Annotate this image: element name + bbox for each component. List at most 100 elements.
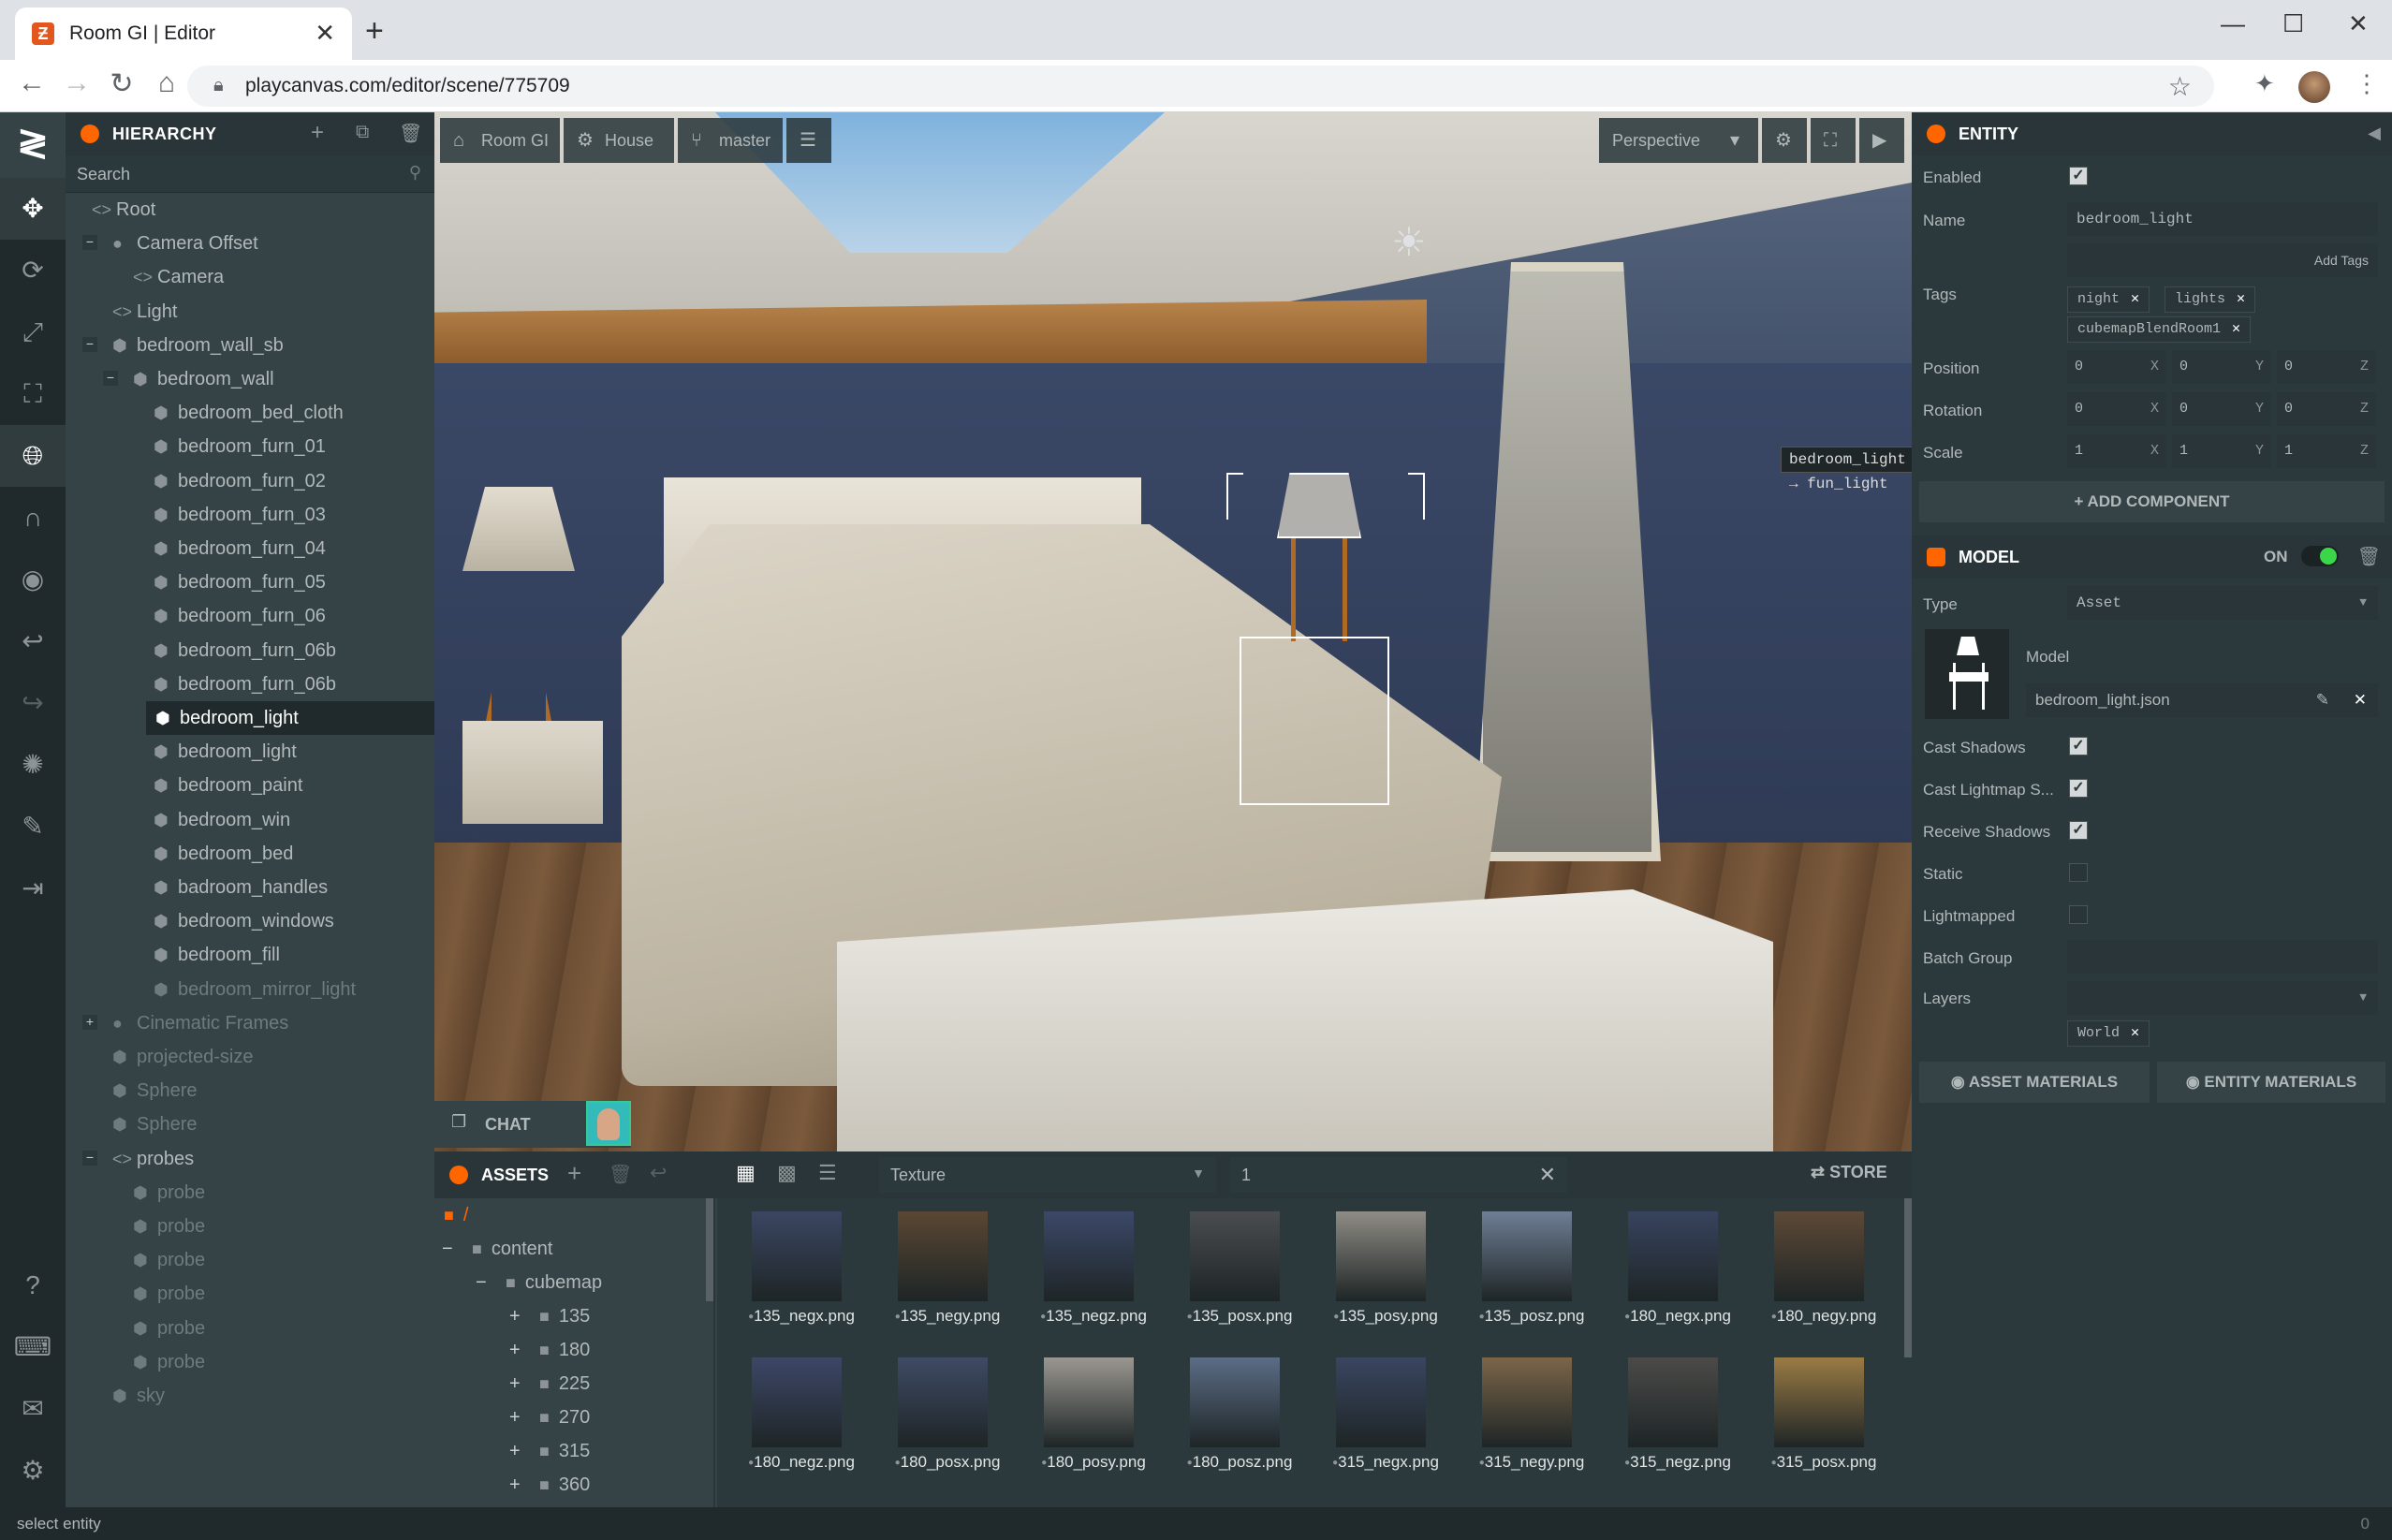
fullscreen-button[interactable]: ⛶	[1811, 118, 1856, 163]
branch-button[interactable]: ⑂ master	[678, 118, 783, 163]
undo-icon[interactable]: ↩	[0, 610, 66, 672]
tree-item[interactable]: ⬢ sky	[66, 1379, 434, 1413]
add-entity-icon[interactable]: +	[311, 120, 324, 146]
tree-item[interactable]: ⬢ bedroom_light	[66, 735, 434, 769]
asset-thumbnail[interactable]: 180_negz.png	[728, 1346, 869, 1487]
scene-viewport[interactable]: ☀ bedroom_light → fun_light ⌂ Room GI ⚙ …	[434, 112, 1912, 1151]
scale-input[interactable]: 1Y	[2172, 434, 2271, 468]
asset-folder[interactable]: − ■ cubemap	[476, 1266, 602, 1299]
rotate-tool-icon[interactable]: ⟳	[0, 240, 66, 301]
tree-item[interactable]: ⬢ bedroom_furn_06	[66, 599, 434, 633]
forward-arrow-icon[interactable]: →	[58, 67, 95, 99]
hierarchy-search-input[interactable]: Search ⚲	[66, 155, 434, 193]
panel-collapse-icon[interactable]	[1927, 125, 1945, 143]
enabled-checkbox[interactable]: ✓	[2069, 167, 2088, 185]
store-button[interactable]: ⇄ STORE	[1811, 1163, 1887, 1182]
tree-item[interactable]: − ● Camera Offset	[66, 227, 434, 260]
entity-tag[interactable]: cubemapBlendRoom1 ✕	[2067, 316, 2252, 343]
asset-thumbnail[interactable]: 315_negy.png	[1459, 1346, 1599, 1487]
entity-tag[interactable]: lights ✕	[2165, 286, 2256, 313]
collapse-toggle-icon[interactable]: −	[82, 1150, 97, 1166]
launch-list-button[interactable]: ☰	[786, 118, 831, 163]
entity-materials-button[interactable]: ◉ ENTITY MATERIALS	[2157, 1062, 2385, 1103]
add-component-button[interactable]: + ADD COMPONENT	[1919, 481, 2385, 522]
remove-asset-icon[interactable]: ✕	[2354, 683, 2367, 717]
back-arrow-icon[interactable]: ←	[13, 67, 51, 99]
asset-folder[interactable]: + ■ 180	[509, 1333, 590, 1367]
tree-item[interactable]: ⬢ probe	[66, 1312, 434, 1345]
translate-tool-icon[interactable]: ✥	[0, 178, 66, 240]
launch-play-button[interactable]: ▶	[1859, 118, 1904, 163]
type-select[interactable]: Asset ▼	[2067, 586, 2378, 620]
scene-button[interactable]: ⌂ Room GI	[440, 118, 560, 163]
bookmark-star-icon[interactable]: ☆	[2168, 71, 2192, 102]
directional-light-gizmo-icon[interactable]: ☀	[1391, 219, 1427, 265]
asset-thumbnail[interactable]: 135_posz.png	[1459, 1200, 1599, 1341]
tree-item[interactable]: ⬢ bedroom_fill	[66, 938, 434, 972]
help-icon[interactable]: ?	[0, 1254, 66, 1316]
tree-item[interactable]: ⬢ probe	[66, 1176, 434, 1210]
collapse-toggle-icon[interactable]: −	[476, 1266, 491, 1299]
asset-thumbnail[interactable]: 180_posy.png	[1020, 1346, 1161, 1487]
collapse-toggle-icon[interactable]: −	[442, 1232, 457, 1266]
selected-entity-outline[interactable]	[1240, 637, 1389, 805]
window-close-button[interactable]: ✕	[2348, 9, 2369, 38]
reload-icon[interactable]: ↻	[103, 67, 140, 100]
layers-select[interactable]: ▼	[2067, 981, 2378, 1015]
extensions-puzzle-icon[interactable]: ✦	[2254, 69, 2275, 98]
delete-entity-icon[interactable]: 🗑︎	[399, 122, 422, 145]
scale-input[interactable]: 1Z	[2277, 434, 2376, 468]
tree-item[interactable]: ⬢ probe	[66, 1345, 434, 1379]
position-input[interactable]: 0Y	[2172, 350, 2271, 384]
expand-toggle-icon[interactable]: +	[509, 1434, 524, 1468]
keyboard-shortcuts-icon[interactable]: ⌨	[0, 1316, 66, 1378]
clear-search-icon[interactable]: ✕	[1539, 1163, 1556, 1187]
collapse-toggle-icon[interactable]: −	[82, 235, 97, 251]
tree-item[interactable]: − ⬢ bedroom_wall	[66, 362, 434, 396]
panel-collapse-icon[interactable]	[449, 1166, 468, 1184]
static-checkbox[interactable]	[2069, 863, 2088, 882]
expand-toggle-icon[interactable]: +	[509, 1401, 524, 1434]
asset-thumbnail[interactable]: 180_posx.png	[874, 1346, 1015, 1487]
world-space-globe-icon[interactable]: 🌐︎	[0, 425, 66, 487]
rotation-input[interactable]: 0Z	[2277, 392, 2376, 426]
expand-toggle-icon[interactable]: +	[509, 1299, 524, 1333]
collapse-arrow-icon[interactable]: ◀	[2368, 124, 2381, 143]
selected-entity-outline[interactable]	[1277, 473, 1361, 538]
asset-materials-button[interactable]: ◉ ASSET MATERIALS	[1919, 1062, 2150, 1103]
asset-type-filter[interactable]: Texture ▼	[879, 1157, 1216, 1193]
address-bar[interactable]: 🔒︎ playcanvas.com/editor/scene/775709 ☆	[187, 66, 2214, 107]
expand-toggle-icon[interactable]: +	[509, 1468, 524, 1502]
add-asset-icon[interactable]: +	[567, 1159, 581, 1188]
grid-small-view-icon[interactable]: ▩	[777, 1161, 797, 1185]
tree-item[interactable]: ⬢ bedroom_furn_06b	[66, 667, 434, 701]
asset-thumbnail[interactable]: 180_negy.png	[1751, 1200, 1891, 1341]
tree-item[interactable]: ⬢ projected-size	[66, 1040, 434, 1074]
viewport-settings-button[interactable]: ⚙	[1762, 118, 1807, 163]
profile-avatar[interactable]	[2298, 71, 2330, 103]
feedback-chat-icon[interactable]: ✉	[0, 1378, 66, 1440]
asset-scrollbar[interactable]	[1904, 1198, 1912, 1357]
scale-tool-icon[interactable]: ⤢	[0, 301, 66, 363]
collapse-toggle-icon[interactable]: −	[82, 336, 97, 352]
rotation-input[interactable]: 0X	[2067, 392, 2166, 426]
cast-shadows-checkbox[interactable]: ✓	[2069, 737, 2088, 755]
scale-input[interactable]: 1X	[2067, 434, 2166, 468]
grid-large-view-icon[interactable]: ▦	[736, 1161, 756, 1185]
camera-select[interactable]: Perspective ▾	[1599, 118, 1758, 163]
model-asset-field[interactable]: bedroom_light.json ✎ ✕	[2026, 683, 2378, 717]
model-thumbnail[interactable]	[1925, 629, 2009, 719]
tree-item[interactable]: ⬢ probe	[66, 1243, 434, 1277]
kebab-menu-icon[interactable]: ⋮	[2355, 69, 2379, 98]
tree-item[interactable]: + ● Cinematic Frames	[66, 1006, 434, 1040]
tree-item[interactable]: ⬢ bedroom_furn_06b	[66, 634, 434, 667]
collaborator-avatar[interactable]	[586, 1101, 631, 1146]
new-tab-button[interactable]: +	[365, 15, 384, 47]
asset-thumbnail[interactable]: 180_negx.png	[1605, 1200, 1745, 1341]
tree-item[interactable]: − <> probes	[66, 1142, 434, 1176]
back-folder-icon[interactable]: ↩	[650, 1161, 667, 1185]
position-input[interactable]: 0X	[2067, 350, 2166, 384]
cast-lightmap-checkbox[interactable]: ✓	[2069, 779, 2088, 798]
expand-toggle-icon[interactable]: +	[82, 1014, 97, 1030]
asset-folder[interactable]: + ■ 315	[509, 1434, 590, 1468]
